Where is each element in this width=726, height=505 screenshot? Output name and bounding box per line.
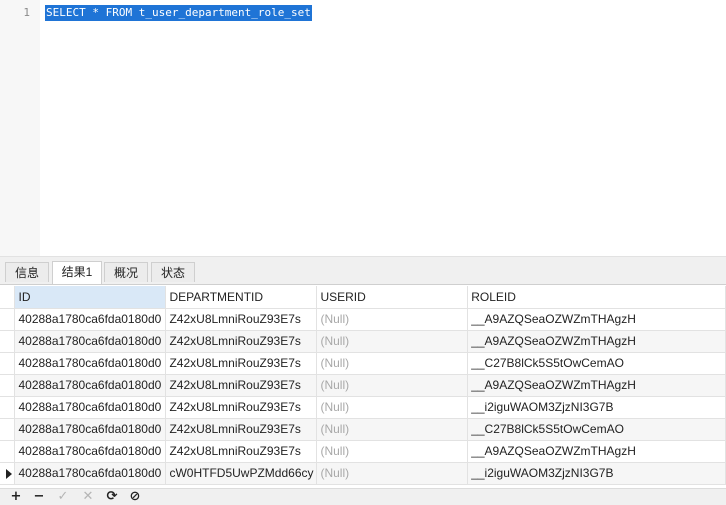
discard-changes-button[interactable]: ✕ <box>78 489 98 505</box>
tab-status[interactable]: 状态 <box>151 262 195 282</box>
tab-overview[interactable]: 概况 <box>104 262 148 282</box>
cell-userid[interactable]: (Null) <box>316 462 469 485</box>
refresh-icon: ⟳ <box>106 489 118 504</box>
tab-info[interactable]: 信息 <box>5 262 49 282</box>
cell-id[interactable]: 40288a1780ca6fda0180d0 <box>14 374 167 397</box>
row-indicator[interactable] <box>0 308 16 331</box>
cell-departmentid[interactable]: Z42xU8LmniRouZ93E7s <box>165 352 318 375</box>
cell-userid[interactable]: (Null) <box>316 440 469 463</box>
cell-departmentid[interactable]: cW0HTFD5UwPZMdd66cy <box>165 462 318 485</box>
cell-userid[interactable]: (Null) <box>316 330 469 353</box>
result-table: ID DEPARTMENTID USERID ROLEID 40288a1780… <box>0 286 726 485</box>
cell-departmentid[interactable]: Z42xU8LmniRouZ93E7s <box>165 330 318 353</box>
result-tabbar: 信息 结果1 概况 状态 <box>0 260 726 285</box>
cell-userid[interactable]: (Null) <box>316 396 469 419</box>
cell-id[interactable]: 40288a1780ca6fda0180d0 <box>14 352 167 375</box>
stop-button[interactable]: ⊘ <box>125 489 145 505</box>
cell-roleid[interactable]: __A9AZQSeaOZWZmTHAgzH <box>467 308 726 331</box>
cell-departmentid[interactable]: Z42xU8LmniRouZ93E7s <box>165 374 318 397</box>
cell-roleid[interactable]: __C27B8lCk5S5tOwCemAO <box>467 418 726 441</box>
row-indicator[interactable] <box>0 374 16 397</box>
cell-roleid[interactable]: __C27B8lCk5S5tOwCemAO <box>467 352 726 375</box>
cell-id[interactable]: 40288a1780ca6fda0180d0 <box>14 462 167 485</box>
table-row[interactable]: 40288a1780ca6fda0180d0 Z42xU8LmniRouZ93E… <box>0 352 726 375</box>
cell-roleid[interactable]: __i2iguWAOM3ZjzNI3G7B <box>467 462 726 485</box>
cell-userid[interactable]: (Null) <box>316 352 469 375</box>
column-header-departmentid[interactable]: DEPARTMENTID <box>165 286 318 309</box>
cell-userid[interactable]: (Null) <box>316 418 469 441</box>
cell-id[interactable]: 40288a1780ca6fda0180d0 <box>14 308 167 331</box>
cell-id[interactable]: 40288a1780ca6fda0180d0 <box>14 440 167 463</box>
cell-departmentid[interactable]: Z42xU8LmniRouZ93E7s <box>165 418 318 441</box>
table-row[interactable]: 40288a1780ca6fda0180d0 Z42xU8LmniRouZ93E… <box>0 418 726 441</box>
table-row[interactable]: 40288a1780ca6fda0180d0 Z42xU8LmniRouZ93E… <box>0 308 726 331</box>
delete-record-button[interactable]: − <box>29 489 49 505</box>
row-indicator[interactable] <box>0 462 16 485</box>
cell-roleid[interactable]: __A9AZQSeaOZWZmTHAgzH <box>467 374 726 397</box>
row-indicator[interactable] <box>0 440 16 463</box>
cell-departmentid[interactable]: Z42xU8LmniRouZ93E7s <box>165 440 318 463</box>
cell-roleid[interactable]: __i2iguWAOM3ZjzNI3G7B <box>467 396 726 419</box>
row-indicator[interactable] <box>0 352 16 375</box>
table-row[interactable]: 40288a1780ca6fda0180d0 Z42xU8LmniRouZ93E… <box>0 440 726 463</box>
cell-roleid[interactable]: __A9AZQSeaOZWZmTHAgzH <box>467 440 726 463</box>
x-icon: ✕ <box>82 489 94 504</box>
minus-icon: − <box>33 489 45 504</box>
result-grid[interactable]: ID DEPARTMENTID USERID ROLEID 40288a1780… <box>0 286 726 488</box>
stop-icon: ⊘ <box>129 489 141 504</box>
table-row[interactable]: 40288a1780ca6fda0180d0 Z42xU8LmniRouZ93E… <box>0 396 726 419</box>
check-icon: ✓ <box>57 489 69 504</box>
plus-icon: + <box>10 489 22 504</box>
cell-departmentid[interactable]: Z42xU8LmniRouZ93E7s <box>165 396 318 419</box>
row-indicator[interactable] <box>0 418 16 441</box>
cell-roleid[interactable]: __A9AZQSeaOZWZmTHAgzH <box>467 330 726 353</box>
column-header-userid[interactable]: USERID <box>316 286 469 309</box>
cell-departmentid[interactable]: Z42xU8LmniRouZ93E7s <box>165 308 318 331</box>
row-indicator-header <box>0 286 16 309</box>
sql-query-text[interactable]: SELECT * FROM t_user_department_role_set <box>45 5 312 21</box>
table-row[interactable]: 40288a1780ca6fda0180d0 Z42xU8LmniRouZ93E… <box>0 374 726 397</box>
row-indicator[interactable] <box>0 330 16 353</box>
grid-toolbar: + − ✓ ✕ ⟳ ⊘ <box>0 488 726 505</box>
current-row-pointer-icon <box>6 468 12 479</box>
refresh-button[interactable]: ⟳ <box>102 489 122 505</box>
cell-id[interactable]: 40288a1780ca6fda0180d0 <box>14 418 167 441</box>
table-row[interactable]: 40288a1780ca6fda0180d0 Z42xU8LmniRouZ93E… <box>0 330 726 353</box>
tab-result1[interactable]: 结果1 <box>52 261 102 284</box>
cell-id[interactable]: 40288a1780ca6fda0180d0 <box>14 330 167 353</box>
cell-userid[interactable]: (Null) <box>316 374 469 397</box>
table-row-current[interactable]: 40288a1780ca6fda0180d0 cW0HTFD5UwPZMdd66… <box>0 462 726 485</box>
header-row: ID DEPARTMENTID USERID ROLEID <box>0 286 726 309</box>
apply-changes-button[interactable]: ✓ <box>53 489 73 505</box>
add-record-button[interactable]: + <box>6 489 26 505</box>
line-number-gutter: 1 <box>0 0 40 256</box>
column-header-roleid[interactable]: ROLEID <box>467 286 726 309</box>
column-header-id[interactable]: ID <box>14 286 167 309</box>
line-number: 1 <box>23 6 30 19</box>
cell-id[interactable]: 40288a1780ca6fda0180d0 <box>14 396 167 419</box>
row-indicator[interactable] <box>0 396 16 419</box>
cell-userid[interactable]: (Null) <box>316 308 469 331</box>
sql-editor[interactable]: 1 SELECT * FROM t_user_department_role_s… <box>0 0 726 256</box>
